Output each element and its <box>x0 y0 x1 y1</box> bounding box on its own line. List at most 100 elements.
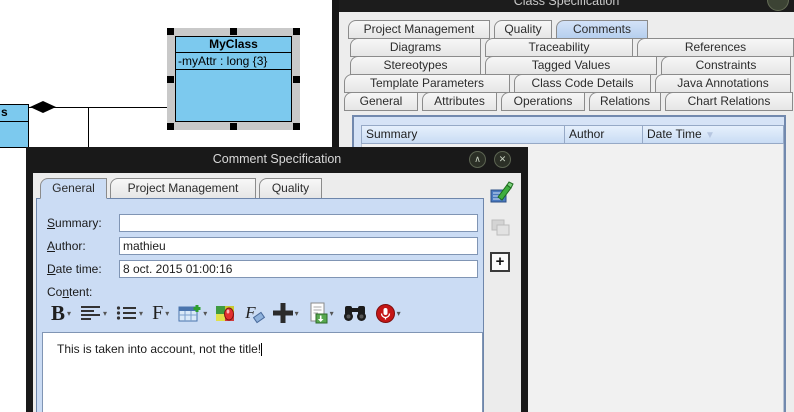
selection-handle[interactable] <box>230 28 237 35</box>
tab-diagrams[interactable]: Diagrams <box>350 38 481 57</box>
tab-tagged-values[interactable]: Tagged Values <box>485 56 657 75</box>
plus-icon: + <box>496 253 505 270</box>
selection-handle[interactable] <box>230 123 237 130</box>
font-button[interactable]: F ▾ <box>152 303 169 323</box>
add-button[interactable]: + <box>490 252 510 272</box>
list-icon <box>116 305 137 321</box>
screen: s MyClass -myAttr : long {3} Class Speci… <box>0 0 794 412</box>
content-editor[interactable]: This is taken into account, not the titl… <box>42 332 483 412</box>
datetime-label-mnemonic: D <box>47 262 56 276</box>
selection-handle[interactable] <box>167 28 174 35</box>
caret-down-icon: ▾ <box>103 309 107 318</box>
record-button[interactable]: ▾ <box>376 304 401 323</box>
datetime-label-rest: ate time: <box>56 262 102 276</box>
column-header-date-time[interactable]: Date Time ▼ <box>643 125 784 144</box>
datetime-field[interactable] <box>119 260 478 278</box>
partial-class-name: s <box>0 105 28 122</box>
selection-handle[interactable] <box>293 123 300 130</box>
tab-template-parameters[interactable]: Template Parameters <box>344 74 510 93</box>
dialog-titlebar[interactable]: Comment Specification ∧ ✕ <box>26 147 528 173</box>
selection-handle[interactable] <box>167 76 174 83</box>
bold-button[interactable]: B ▾ <box>51 303 71 323</box>
composition-diamond-icon[interactable] <box>30 101 56 113</box>
tab-quality[interactable]: Quality <box>494 20 552 39</box>
align-button[interactable]: ▾ <box>80 305 107 321</box>
tab-operations[interactable]: Operations <box>501 92 585 111</box>
caret-down-icon: ▾ <box>295 309 299 318</box>
column-header-summary[interactable]: Summary <box>361 125 565 144</box>
tab-stereotypes[interactable]: Stereotypes <box>350 56 481 75</box>
insert-button[interactable]: ▾ <box>273 303 299 323</box>
table-button[interactable]: ▾ <box>178 304 207 322</box>
richtext-toolbar: B ▾ ▾ ▾ F ▾ <box>45 295 401 331</box>
list-button[interactable]: ▾ <box>116 305 143 321</box>
class-myclass[interactable]: MyClass -myAttr : long {3} <box>175 36 292 122</box>
copy-comment-button-disabled <box>490 218 524 243</box>
text-cursor <box>261 343 262 356</box>
table-icon <box>178 304 201 322</box>
selection-handle[interactable] <box>293 28 300 35</box>
column-header-author[interactable]: Author <box>565 125 643 144</box>
caret-down-icon: ▾ <box>330 309 334 318</box>
tab-java-annotations[interactable]: Java Annotations <box>655 74 791 93</box>
selected-class-element[interactable]: MyClass -myAttr : long {3} <box>167 28 300 130</box>
tab-references[interactable]: References <box>637 38 794 57</box>
selection-handle[interactable] <box>167 123 174 130</box>
author-label-mnemonic: A <box>47 239 55 253</box>
caret-down-icon: ▾ <box>139 309 143 318</box>
plus-icon <box>273 303 293 323</box>
clear-format-button[interactable]: F <box>245 304 263 322</box>
dialog-title: Comment Specification <box>26 147 528 172</box>
association-line-branch[interactable] <box>88 107 89 148</box>
bold-icon: B <box>51 303 65 323</box>
font-icon: F <box>152 303 163 323</box>
caret-down-icon: ▾ <box>67 309 71 318</box>
paste-button[interactable]: ▾ <box>308 302 334 324</box>
editor-text: This is taken into account, not the titl… <box>57 342 261 356</box>
spec-window-titlebar[interactable]: Class Specification <box>339 0 794 12</box>
edit-comment-button[interactable] <box>490 181 524 209</box>
author-label-rest: uthor: <box>55 239 86 253</box>
tab-constraints[interactable]: Constraints <box>661 56 791 75</box>
class-name: MyClass <box>176 37 291 53</box>
comments-table-header: Summary Author Date Time ▼ <box>361 125 784 144</box>
color-button[interactable] <box>216 305 236 322</box>
tab-attributes[interactable]: Attributes <box>422 92 497 111</box>
align-icon <box>80 305 101 321</box>
dialog-side-buttons: + <box>490 181 524 281</box>
partial-class-element[interactable]: s <box>0 104 29 148</box>
tab-traceability[interactable]: Traceability <box>485 38 633 57</box>
caret-down-icon: ▾ <box>165 309 169 318</box>
selection-handle[interactable] <box>293 76 300 83</box>
shade-button[interactable]: ∧ <box>469 151 486 168</box>
comment-specification-dialog: Comment Specification ∧ ✕ General Projec… <box>26 147 528 412</box>
edit-comment-icon <box>490 181 514 204</box>
paste-icon <box>308 302 328 324</box>
author-field[interactable] <box>119 237 478 255</box>
dialog-tab-project-management[interactable]: Project Management <box>110 178 256 199</box>
binoculars-icon <box>343 305 367 322</box>
tab-class-code-details[interactable]: Class Code Details <box>514 74 651 93</box>
tab-project-management[interactable]: Project Management <box>348 20 490 39</box>
summary-label-mnemonic: S <box>47 216 55 230</box>
dialog-tab-quality[interactable]: Quality <box>259 178 322 199</box>
find-button[interactable] <box>343 305 367 322</box>
column-header-date-time-label: Date Time <box>647 127 702 141</box>
sort-desc-icon: ▼ <box>705 130 715 141</box>
spec-window-title: Class Specification <box>339 0 794 8</box>
close-button[interactable]: ✕ <box>494 151 511 168</box>
tab-chart-relations[interactable]: Chart Relations <box>665 92 793 111</box>
dialog-tab-general[interactable]: General <box>40 178 107 199</box>
dialog-content: General Project Management Quality Summa… <box>33 173 521 412</box>
summary-label: Summary: <box>47 216 102 230</box>
general-tab-panel: Summary: Author: Date time: Content: B ▾… <box>36 198 484 412</box>
class-attribute: -myAttr : long {3} <box>176 53 291 70</box>
color-palette-icon <box>216 305 236 322</box>
record-microphone-icon <box>376 304 395 323</box>
datetime-label: Date time: <box>47 262 102 276</box>
tab-relations[interactable]: Relations <box>589 92 661 111</box>
summary-field[interactable] <box>119 214 478 232</box>
caret-down-icon: ▾ <box>203 309 207 318</box>
tab-comments[interactable]: Comments <box>556 20 648 39</box>
tab-general[interactable]: General <box>344 92 418 111</box>
